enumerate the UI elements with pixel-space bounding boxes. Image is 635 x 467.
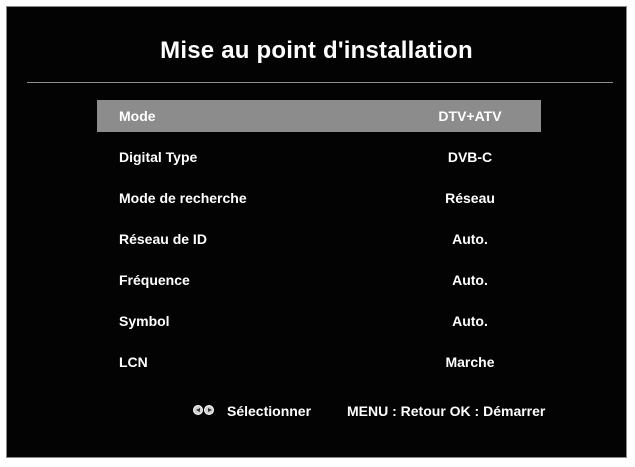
- menu-item-label: Mode de recherche: [119, 190, 247, 206]
- title-divider: [27, 82, 613, 83]
- menu-item-label: Réseau de ID: [119, 231, 207, 247]
- menu-item-value: Marche: [445, 354, 495, 370]
- menu-item-value: Réseau: [445, 190, 495, 206]
- menu-item-label: Digital Type: [119, 149, 198, 165]
- menu-item-value: DTV+ATV: [438, 108, 502, 124]
- menu-item-label: Mode: [119, 108, 156, 124]
- menu-item-value: DVB-C: [447, 149, 493, 165]
- left-right-arrow-buttons-icon: [193, 405, 215, 417]
- menu-item-network-id[interactable]: Réseau de ID Auto.: [97, 223, 541, 255]
- menu-item-mode[interactable]: Mode DTV+ATV: [97, 100, 541, 132]
- menu-item-label: LCN: [119, 354, 148, 370]
- menu-item-value: Auto.: [452, 313, 488, 329]
- tv-screen: Mise au point d'installation Mode DTV+AT…: [6, 6, 627, 458]
- menu-item-value: Auto.: [452, 272, 488, 288]
- menu-item-frequency[interactable]: Fréquence Auto.: [97, 264, 541, 296]
- menu-item-label: Symbol: [119, 313, 170, 329]
- arrow-right-icon: [204, 405, 214, 415]
- select-hint: Sélectionner: [227, 403, 312, 419]
- menu-item-symbol[interactable]: Symbol Auto.: [97, 305, 541, 337]
- menu-item-label: Fréquence: [119, 272, 190, 288]
- arrow-left-icon: [193, 405, 203, 415]
- menu-item-lcn[interactable]: LCN Marche: [97, 346, 541, 378]
- menu-item-value: Auto.: [452, 231, 488, 247]
- menu-item-search-mode[interactable]: Mode de recherche Réseau: [97, 182, 541, 214]
- menu-item-digital-type[interactable]: Digital Type DVB-C: [97, 141, 541, 173]
- footer-hint-bar: Sélectionner MENU : Retour OK : Démarrer: [7, 401, 626, 421]
- menu-ok-hint: MENU : Retour OK : Démarrer: [347, 403, 546, 419]
- page-title: Mise au point d'installation: [160, 37, 473, 64]
- settings-menu: Mode DTV+ATV Digital Type DVB-C Mode de …: [97, 100, 541, 387]
